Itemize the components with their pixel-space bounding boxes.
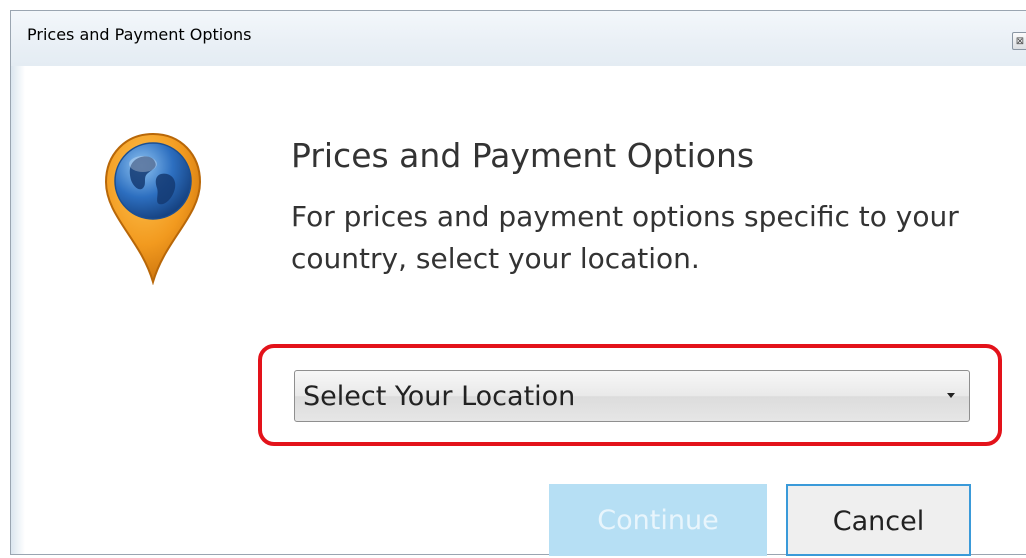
continue-button[interactable]: Continue: [549, 484, 767, 556]
dialog-body: Prices and Payment Options For prices an…: [11, 66, 1026, 556]
window-title: Prices and Payment Options: [27, 25, 252, 44]
close-button[interactable]: ⊠: [1012, 32, 1026, 50]
location-select[interactable]: Select Your Location: [294, 370, 970, 422]
window-edge-shading: [11, 66, 25, 554]
title-bar: Prices and Payment Options ⊠: [11, 11, 1026, 66]
location-select-value: Select Your Location: [303, 381, 576, 412]
dialog-description: For prices and payment options specific …: [291, 200, 959, 275]
chevron-down-icon: [947, 393, 955, 398]
globe-location-pin-icon: [104, 132, 202, 285]
close-icon: ⊠: [1015, 36, 1025, 47]
dialog-window: Prices and Payment Options ⊠ Prices and …: [10, 10, 1026, 556]
dialog-heading: Prices and Payment Options: [291, 136, 755, 175]
cancel-button[interactable]: Cancel: [786, 484, 971, 556]
